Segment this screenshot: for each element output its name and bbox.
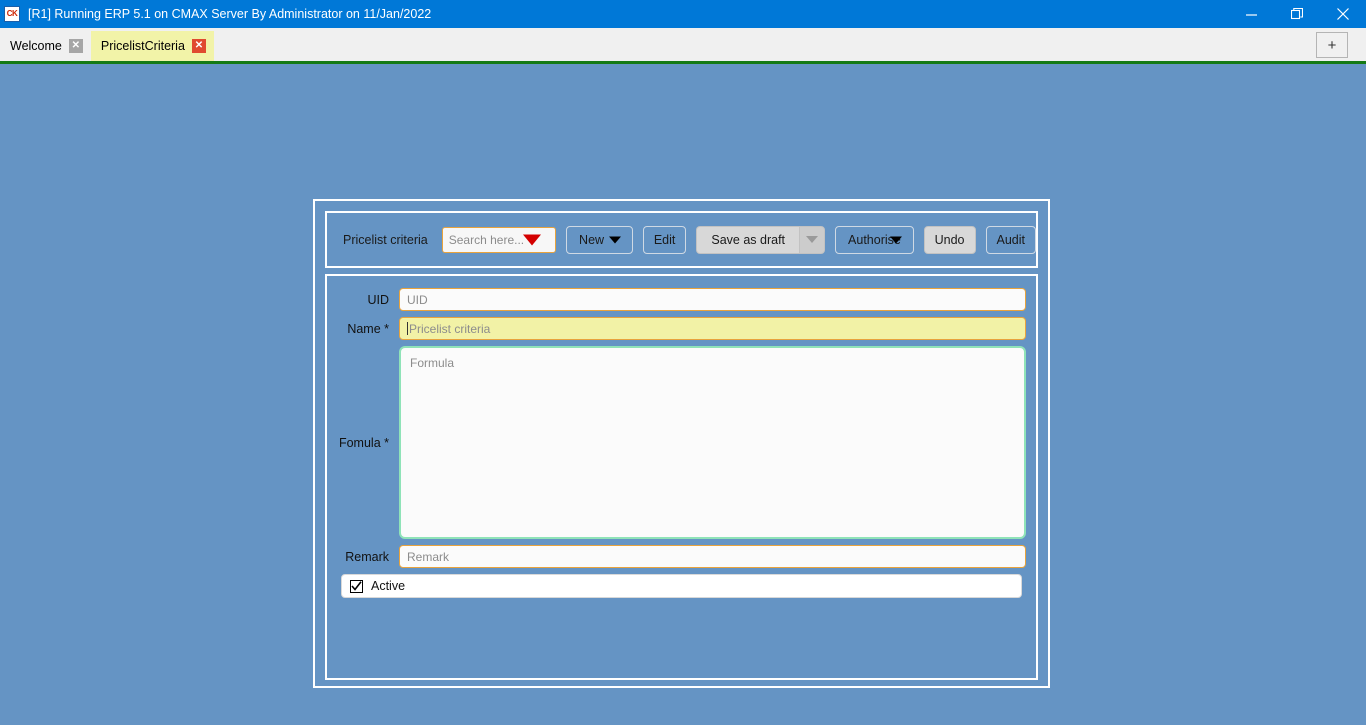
- window-title-bar: CK [R1] Running ERP 5.1 on CMAX Server B…: [0, 0, 1366, 28]
- close-icon[interactable]: [1320, 0, 1366, 28]
- tab-label: Welcome: [10, 39, 62, 53]
- uid-placeholder: UID: [407, 292, 428, 307]
- remark-placeholder: Remark: [407, 549, 450, 564]
- dropdown-caret-icon[interactable]: [523, 234, 542, 245]
- tab-bar: Welcome ✕ PricelistCriteria ✕ +: [0, 28, 1366, 62]
- form-container: Pricelist criteria Search here... New Ed…: [313, 199, 1050, 688]
- name-label: Name *: [347, 321, 389, 336]
- add-tab-button[interactable]: +: [1316, 32, 1348, 58]
- uid-input[interactable]: UID: [399, 288, 1026, 311]
- field-row-uid: UID UID: [337, 288, 1026, 311]
- text-cursor: [407, 322, 408, 335]
- restore-icon[interactable]: [1274, 0, 1320, 28]
- window-title: [R1] Running ERP 5.1 on CMAX Server By A…: [28, 7, 432, 21]
- authorise-button[interactable]: Authorise: [835, 225, 914, 254]
- save-as-draft-button[interactable]: Save as draft: [696, 225, 800, 254]
- new-button-label: New: [579, 232, 605, 247]
- active-label: Active: [371, 579, 406, 593]
- field-row-formula: Fomula * Formula: [337, 346, 1026, 539]
- uid-label: UID: [367, 292, 389, 307]
- search-input[interactable]: Search here...: [441, 226, 557, 253]
- new-button[interactable]: New: [566, 225, 633, 254]
- toolbar-panel: Pricelist criteria Search here... New Ed…: [325, 211, 1038, 268]
- tab-close-icon[interactable]: ✕: [191, 39, 206, 53]
- save-as-draft-split-button[interactable]: Save as draft: [696, 225, 826, 254]
- active-row: Active: [341, 574, 1022, 598]
- fields-panel: UID UID Name * Pricelist criteria Fomula…: [325, 274, 1038, 680]
- tab-label: PricelistCriteria: [100, 39, 185, 53]
- remark-input[interactable]: Remark: [399, 545, 1026, 568]
- window-controls: [1228, 0, 1366, 28]
- tab-close-icon[interactable]: ✕: [68, 39, 83, 53]
- undo-button-label: Undo: [934, 232, 965, 247]
- formula-label: Fomula *: [338, 435, 389, 450]
- field-row-remark: Remark Remark: [337, 545, 1026, 568]
- tab-pricelistcriteria[interactable]: PricelistCriteria ✕: [90, 31, 214, 61]
- chevron-down-icon: [608, 236, 621, 243]
- search-placeholder: Search here...: [448, 232, 525, 247]
- edit-button[interactable]: Edit: [642, 225, 687, 254]
- save-as-draft-dropdown-button[interactable]: [799, 225, 826, 254]
- formula-textarea[interactable]: Formula: [399, 346, 1026, 539]
- name-input[interactable]: Pricelist criteria: [399, 317, 1026, 340]
- formula-placeholder: Formula: [410, 356, 455, 370]
- audit-button-label: Audit: [996, 232, 1026, 247]
- tab-welcome[interactable]: Welcome ✕: [0, 31, 91, 61]
- field-row-name: Name * Pricelist criteria: [337, 317, 1026, 340]
- undo-button[interactable]: Undo: [923, 225, 976, 254]
- edit-button-label: Edit: [653, 232, 676, 247]
- active-checkbox[interactable]: [350, 579, 363, 593]
- remark-label: Remark: [345, 549, 389, 564]
- minimize-icon[interactable]: [1228, 0, 1274, 28]
- workspace: Pricelist criteria Search here... New Ed…: [0, 64, 1366, 725]
- module-label: Pricelist criteria: [343, 232, 428, 247]
- app-icon: CK: [4, 6, 20, 22]
- audit-button[interactable]: Audit: [985, 225, 1036, 254]
- name-placeholder: Pricelist criteria: [409, 321, 491, 336]
- chevron-down-icon: [806, 236, 819, 243]
- chevron-down-icon: [889, 236, 902, 243]
